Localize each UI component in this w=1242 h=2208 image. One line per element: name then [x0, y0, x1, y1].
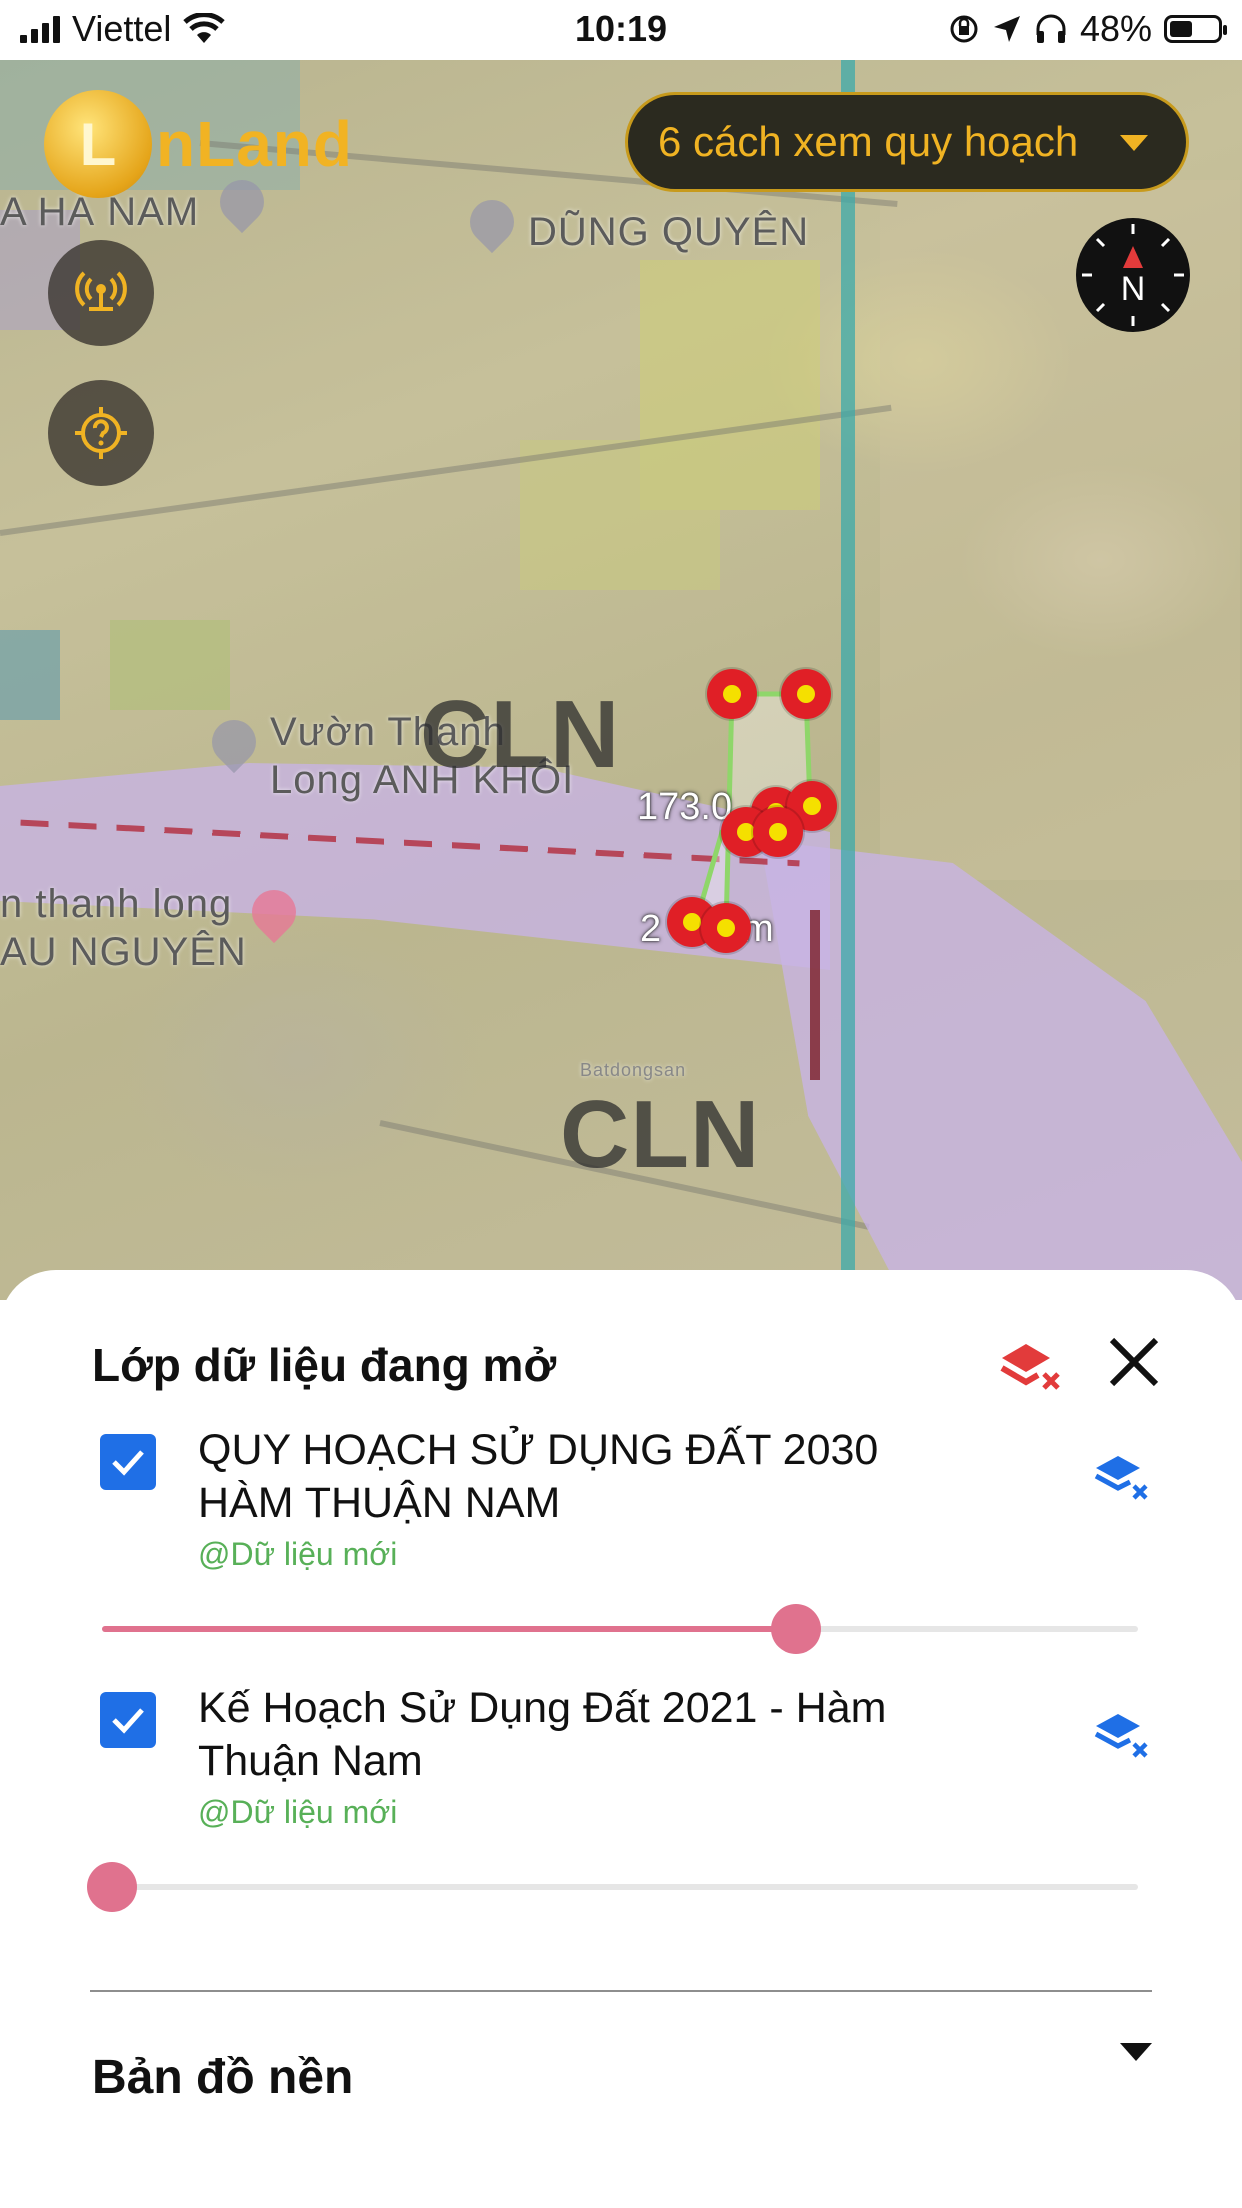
parcel-vertex-marker[interactable] [701, 903, 751, 953]
planning-view-dropdown[interactable]: 6 cách xem quy hoạch [625, 92, 1189, 192]
battery-percent: 48% [1079, 8, 1152, 49]
compass-north-label: N [1120, 270, 1146, 308]
checkmark-icon [112, 1708, 144, 1734]
map-view[interactable]: A HÀ NAM DŨNG QUYÊN Vườn Thanh Long ANH … [0, 60, 1242, 1300]
help-target-icon [75, 407, 127, 459]
layer-opacity-slider[interactable] [102, 1604, 1138, 1654]
compass-north-arrow-icon [1123, 246, 1143, 268]
layer-bottom-sheet: Lớp dữ liệu đang mở QUY HOẠCH SỬ DỤNG ĐẤ… [0, 1270, 1242, 2208]
parcel-vertex-marker[interactable] [707, 669, 757, 719]
slider-thumb[interactable] [87, 1862, 138, 1912]
orientation-lock-icon [950, 15, 978, 43]
parcel-vertex-marker[interactable] [753, 807, 803, 857]
app-logo: L nLand [44, 90, 353, 198]
layer-opacity-slider[interactable] [87, 1862, 1138, 1912]
status-bar: Viettel 10:19 48% [0, 0, 1242, 60]
headphones-icon [1036, 14, 1066, 43]
parcel-vertex-marker[interactable] [781, 669, 831, 719]
remove-layer-icon[interactable] [1090, 1702, 1154, 1766]
layer-checkbox[interactable] [100, 1434, 156, 1490]
slider-thumb[interactable] [771, 1604, 822, 1654]
basemap-section-title[interactable]: Bản đồ nền [92, 2050, 353, 2105]
divider [90, 1990, 1152, 1992]
battery-icon [1164, 15, 1227, 43]
location-arrow-icon [993, 16, 1020, 42]
layer-source: @Dữ liệu mới [198, 1536, 398, 1572]
broadcast-icon [75, 271, 127, 311]
compass-button[interactable]: N [1076, 218, 1190, 332]
layer-source: @Dữ liệu mới [198, 1794, 398, 1830]
dimension-label: 173.0 [637, 786, 733, 828]
sheet-title: Lớp dữ liệu đang mở [92, 1339, 557, 1391]
dimension-label: 2 [640, 908, 662, 950]
close-icon[interactable] [1100, 1328, 1168, 1396]
chevron-down-icon [1120, 135, 1148, 151]
help-button[interactable] [48, 380, 154, 486]
logo-text: nLand [156, 108, 353, 180]
locate-network-button[interactable] [48, 240, 154, 346]
logo-coin-icon: L [44, 90, 152, 198]
layer-name: Kế Hoạch Sử Dụng Đất 2021 - Hàm Thuận Na… [198, 1684, 887, 1785]
remove-layer-icon[interactable] [1090, 1444, 1154, 1508]
planning-view-label: 6 cách xem quy hoạch [658, 118, 1079, 165]
layer-checkbox[interactable] [100, 1692, 156, 1748]
layer-name: QUY HOẠCH SỬ DỤNG ĐẤT 2030 HÀM THUẬN NAM [198, 1426, 879, 1527]
chevron-down-icon[interactable] [1120, 2043, 1152, 2061]
clear-all-layers-icon[interactable] [996, 1330, 1064, 1398]
parcel-outline [692, 691, 813, 932]
checkmark-icon [112, 1450, 144, 1476]
